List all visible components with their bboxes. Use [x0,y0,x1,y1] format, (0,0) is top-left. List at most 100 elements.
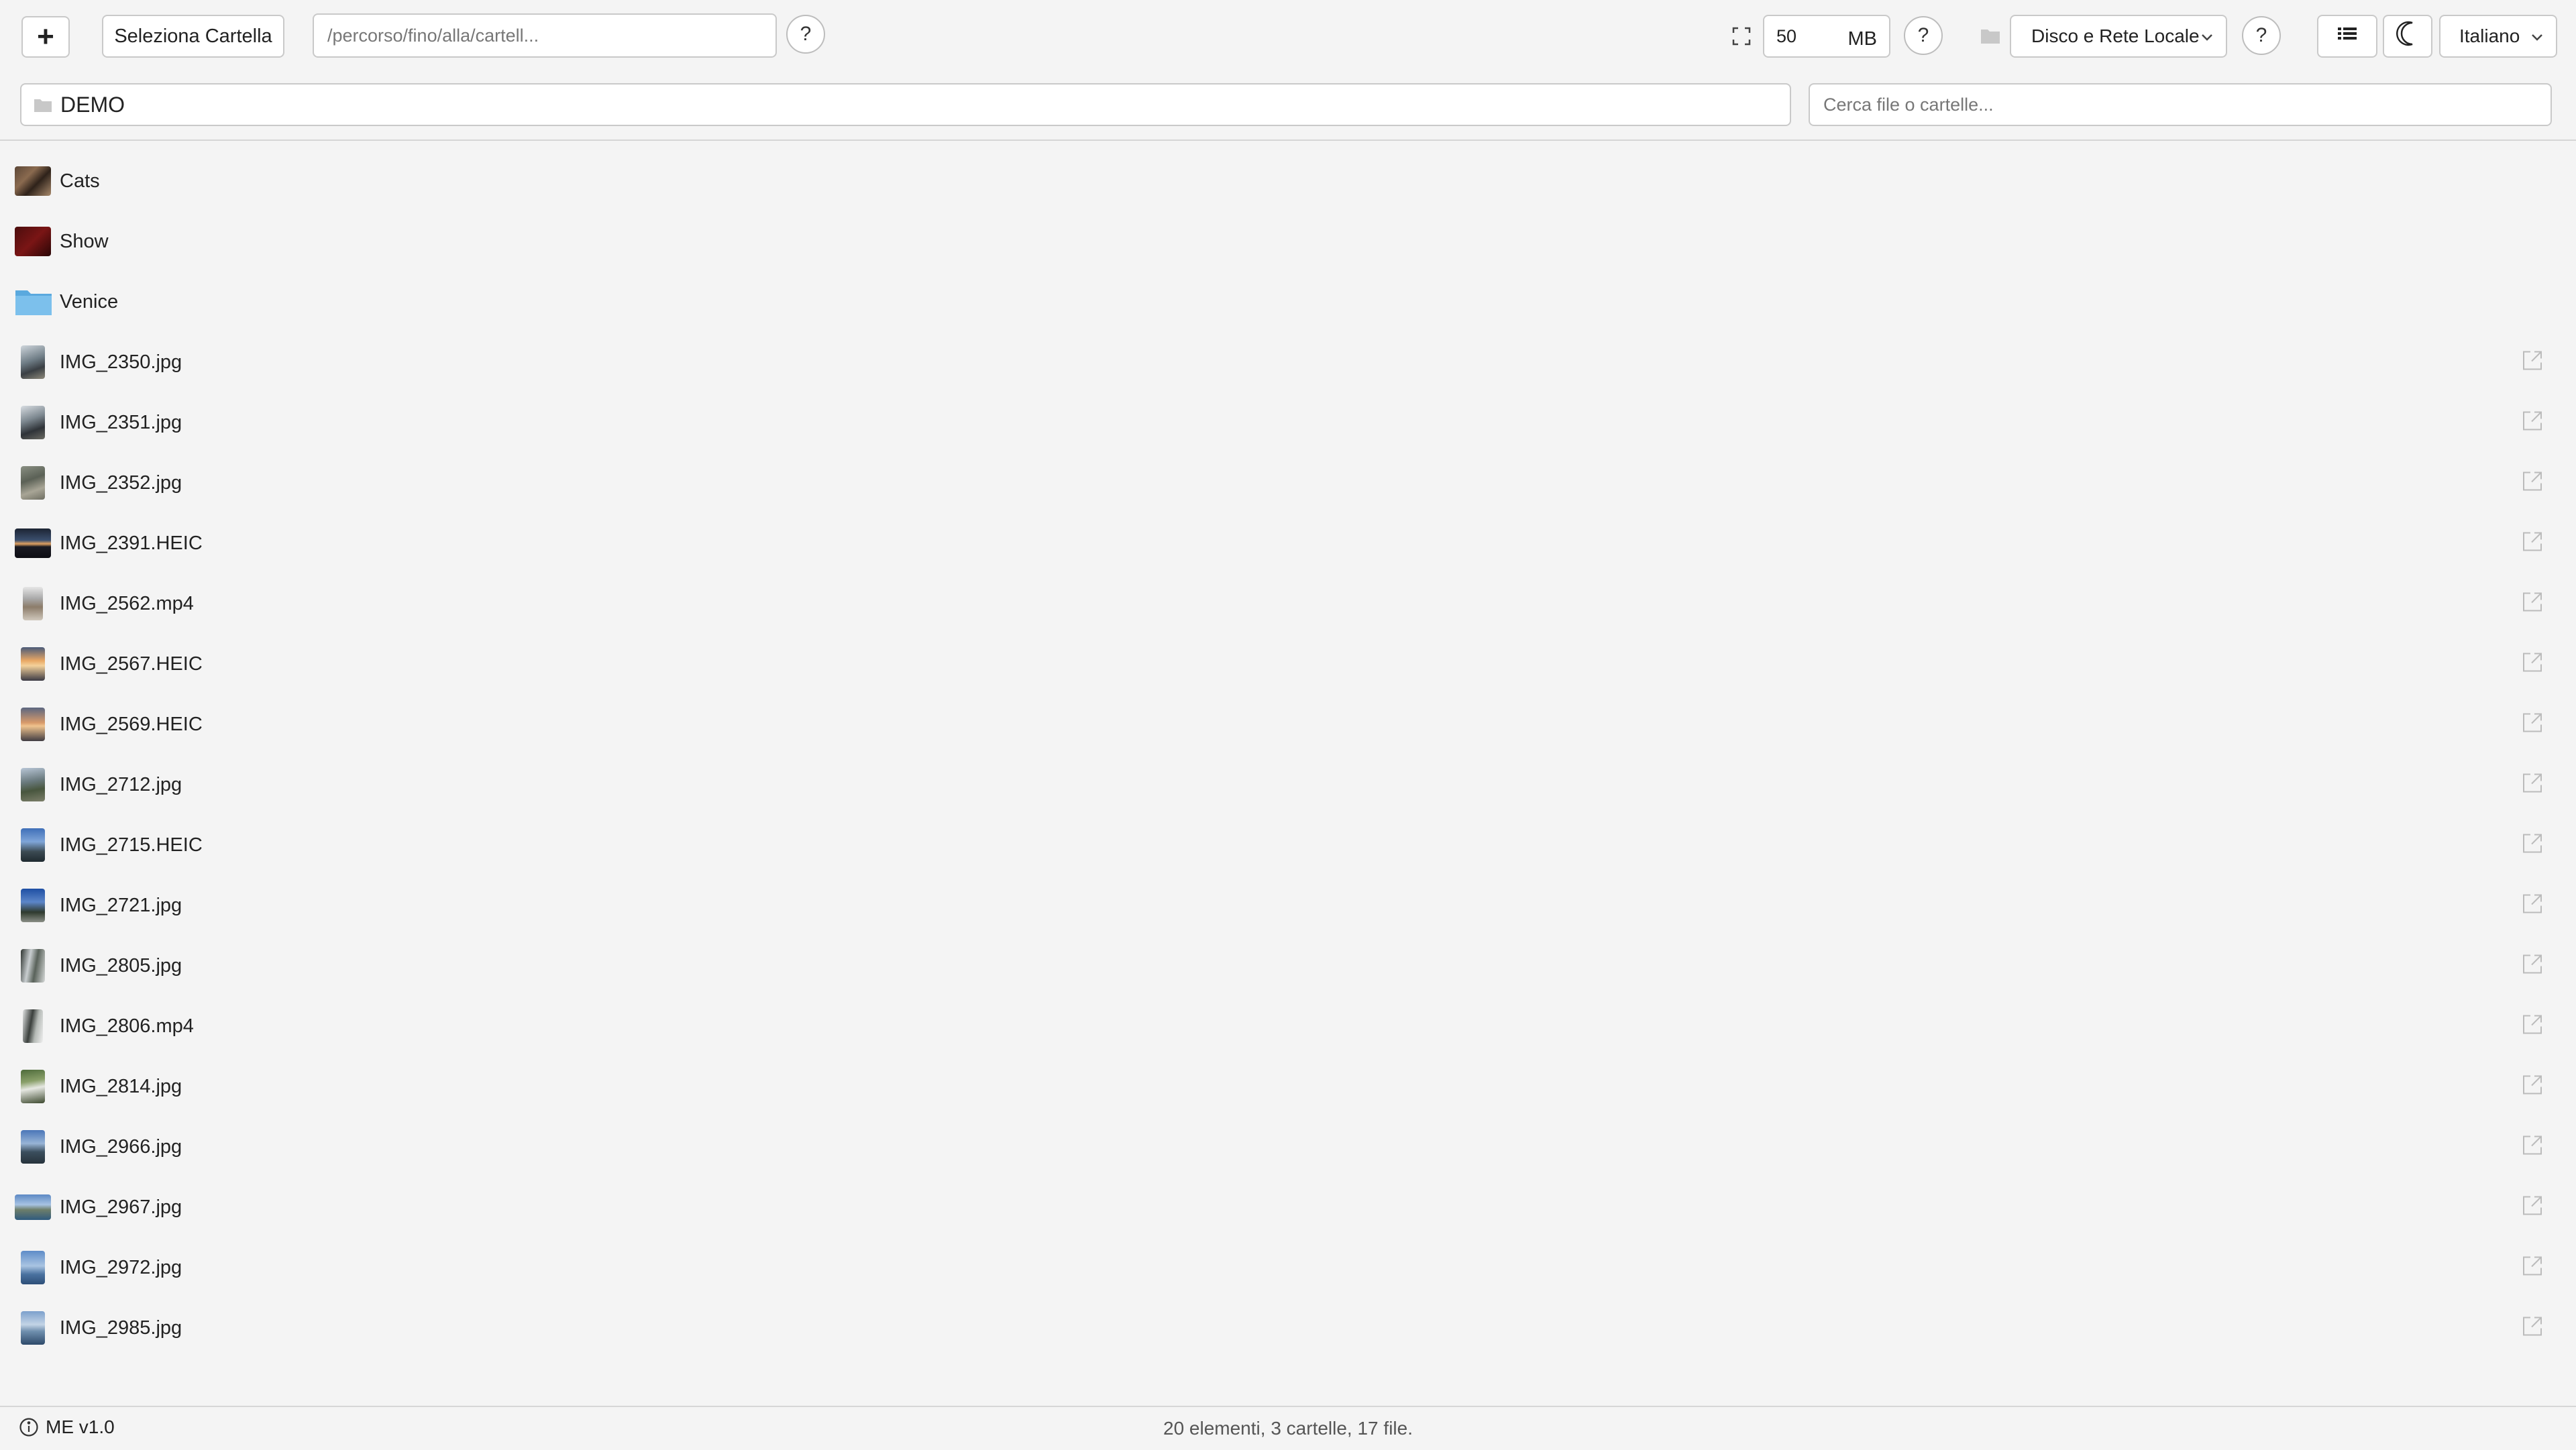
open-external-icon[interactable] [2521,953,2544,979]
thumbnail [21,768,45,801]
list-item[interactable]: IMG_2569.HEIC [0,694,2576,755]
add-button[interactable]: + [21,16,70,58]
thumbnail [23,1009,43,1043]
item-name: IMG_2567.HEIC [60,653,203,675]
path-input[interactable]: /percorso/fino/alla/cartell... [313,13,777,58]
list-item[interactable]: IMG_2806.mp4 [0,996,2576,1056]
folder-icon [34,97,52,113]
thumbnail [21,949,45,983]
question-icon: ? [1917,24,1929,46]
current-folder-name: DEMO [60,92,125,117]
item-name: IMG_2350.jpg [60,351,182,373]
breadcrumb[interactable]: DEMO [20,83,1791,126]
select-folder-button[interactable]: Seleziona Cartella [102,15,284,58]
plus-icon: + [37,20,54,53]
open-external-icon[interactable] [2521,1315,2544,1341]
language-select[interactable]: Italiano [2439,15,2557,58]
thumbnail [21,406,45,439]
size-limit-input[interactable]: 50 MB [1763,15,1890,58]
thumbnail [15,1194,51,1220]
list-item[interactable]: Venice [0,272,2576,332]
list-item[interactable]: IMG_2391.HEIC [0,513,2576,573]
item-name: IMG_2712.jpg [60,773,182,795]
open-external-icon[interactable] [2521,591,2544,617]
item-name: IMG_2805.jpg [60,954,182,977]
item-name: IMG_2715.HEIC [60,834,203,856]
open-external-icon[interactable] [2521,349,2544,376]
item-name: Venice [60,290,119,313]
thumbnail [23,587,43,620]
list-item[interactable]: IMG_2715.HEIC [0,815,2576,875]
view-toggle-button[interactable] [2317,15,2377,58]
item-name: IMG_2351.jpg [60,411,182,433]
path-help-button[interactable]: ? [786,15,825,54]
list-item[interactable]: IMG_2351.jpg [0,392,2576,453]
thumbnail [15,227,51,256]
item-name: IMG_2806.mp4 [60,1015,194,1037]
status-bar: ME v1.0 20 elementi, 3 cartelle, 17 file… [0,1406,2576,1450]
thumbnail [21,647,45,681]
theme-toggle-button[interactable] [2383,15,2432,58]
item-count-summary: 20 elementi, 3 cartelle, 17 file. [1163,1418,1413,1439]
list-item[interactable]: IMG_2814.jpg [0,1056,2576,1117]
item-name: IMG_2966.jpg [60,1135,182,1158]
search-input[interactable]: Cerca file o cartelle... [1809,83,2552,126]
thumbnail [21,1311,45,1345]
open-external-icon[interactable] [2521,832,2544,858]
question-icon: ? [800,23,812,45]
list-item[interactable]: IMG_2567.HEIC [0,634,2576,694]
open-external-icon[interactable] [2521,470,2544,496]
open-external-icon[interactable] [2521,410,2544,436]
item-name: IMG_2972.jpg [60,1256,182,1278]
list-item[interactable]: IMG_2721.jpg [0,875,2576,936]
folder-icon [1980,27,2000,44]
thumbnail [21,708,45,741]
list-item[interactable]: Cats [0,151,2576,211]
open-external-icon[interactable] [2521,1255,2544,1281]
open-external-icon[interactable] [2521,1134,2544,1160]
item-name: Cats [60,170,100,192]
list-view-icon [2337,24,2358,48]
open-external-icon[interactable] [2521,1194,2544,1221]
thumbnail [21,828,45,862]
toolbar: + Seleziona Cartella /percorso/fino/alla… [0,0,2576,71]
list-item[interactable]: IMG_2985.jpg [0,1298,2576,1358]
open-external-icon[interactable] [2521,531,2544,557]
chevron-down-icon [2200,25,2214,47]
item-name: IMG_2352.jpg [60,471,182,494]
source-help-button[interactable]: ? [2242,16,2281,55]
item-name: IMG_2721.jpg [60,894,182,916]
file-list: Cats Show Venice IMG_2350.jpg IMG_2351.j… [0,151,2576,1358]
list-item[interactable]: IMG_2805.jpg [0,936,2576,996]
item-name: IMG_2569.HEIC [60,713,203,735]
size-help-button[interactable]: ? [1904,16,1943,55]
list-item[interactable]: IMG_2966.jpg [0,1117,2576,1177]
open-external-icon[interactable] [2521,651,2544,677]
thumbnail [21,466,45,500]
list-item[interactable]: IMG_2352.jpg [0,453,2576,513]
moon-icon [2396,20,2419,52]
open-external-icon[interactable] [2521,893,2544,919]
list-item[interactable]: Show [0,211,2576,272]
open-external-icon[interactable] [2521,1013,2544,1040]
list-item[interactable]: IMG_2350.jpg [0,332,2576,392]
thumbnail [15,528,51,558]
list-item[interactable]: IMG_2967.jpg [0,1177,2576,1237]
item-name: IMG_2985.jpg [60,1317,182,1339]
fit-screen-icon[interactable] [1731,25,1752,47]
thumbnail [21,1070,45,1103]
list-item[interactable]: IMG_2712.jpg [0,755,2576,815]
chevron-down-icon [2530,25,2544,47]
open-external-icon[interactable] [2521,1074,2544,1100]
item-name: IMG_2562.mp4 [60,592,194,614]
thumbnail [15,166,51,196]
item-name: IMG_2391.HEIC [60,532,203,554]
list-item[interactable]: IMG_2972.jpg [0,1237,2576,1298]
list-item[interactable]: IMG_2562.mp4 [0,573,2576,634]
open-external-icon[interactable] [2521,712,2544,738]
thumbnail [21,1130,45,1164]
source-select[interactable]: Disco e Rete Locale [2010,15,2227,58]
question-icon: ? [2255,24,2267,46]
thumbnail [21,1251,45,1284]
open-external-icon[interactable] [2521,772,2544,798]
